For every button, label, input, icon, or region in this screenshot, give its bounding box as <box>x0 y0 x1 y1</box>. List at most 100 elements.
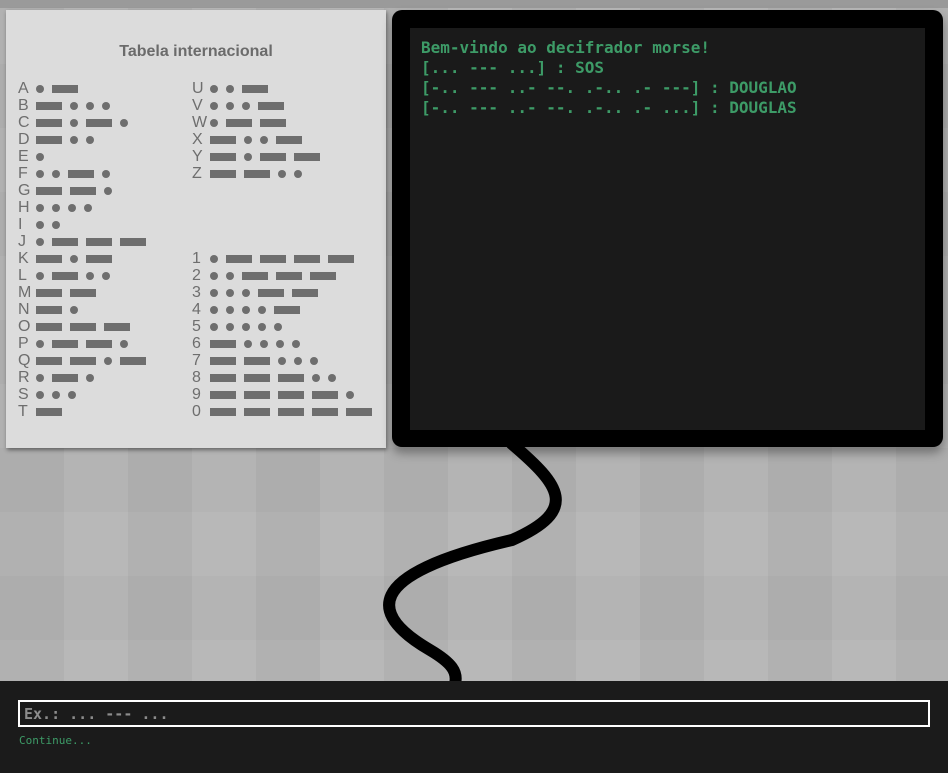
morse-char: 6 <box>192 335 201 352</box>
morse-row-w: W <box>192 114 286 131</box>
morse-dash <box>274 305 300 314</box>
morse-char: J <box>18 233 26 250</box>
morse-dash <box>244 356 270 365</box>
morse-dot <box>36 339 44 348</box>
morse-dash <box>258 288 284 297</box>
top-strip <box>0 0 948 8</box>
morse-row-b: B <box>18 97 110 114</box>
morse-code <box>210 165 302 182</box>
morse-dot <box>70 101 78 110</box>
morse-row-u: U <box>192 80 268 97</box>
morse-dot <box>276 339 284 348</box>
morse-dash <box>242 84 268 93</box>
morse-code <box>210 301 300 318</box>
morse-char: S <box>18 386 29 403</box>
morse-dot <box>36 237 44 246</box>
morse-row-y: Y <box>192 148 320 165</box>
morse-code <box>36 301 78 318</box>
morse-dash <box>120 356 146 365</box>
morse-dash <box>36 305 62 314</box>
morse-dash <box>52 373 78 382</box>
morse-char: 3 <box>192 284 201 301</box>
morse-dash <box>226 254 252 263</box>
morse-row-j: J <box>18 233 146 250</box>
morse-row-0: 0 <box>192 403 372 420</box>
morse-char: N <box>18 301 30 318</box>
morse-dot <box>52 220 60 229</box>
morse-code <box>210 114 286 131</box>
morse-char: H <box>18 199 30 216</box>
card-title: Tabela internacional <box>119 43 273 60</box>
morse-char: T <box>18 403 28 420</box>
morse-char: R <box>18 369 30 386</box>
morse-code <box>36 250 112 267</box>
morse-dash <box>310 271 336 280</box>
morse-dash <box>52 271 78 280</box>
morse-dash <box>210 373 236 382</box>
morse-dot <box>244 135 252 144</box>
morse-char: V <box>192 97 203 114</box>
morse-dot <box>328 373 336 382</box>
morse-dash <box>278 390 304 399</box>
morse-dot <box>36 152 44 161</box>
morse-dot <box>260 135 268 144</box>
morse-code <box>210 335 300 352</box>
morse-char: 2 <box>192 267 201 284</box>
morse-dash <box>36 135 62 144</box>
morse-dot <box>244 152 252 161</box>
morse-code <box>36 216 60 233</box>
morse-code <box>210 352 318 369</box>
morse-row-a: A <box>18 80 78 97</box>
morse-row-x: X <box>192 131 302 148</box>
morse-input[interactable] <box>18 700 930 727</box>
morse-row-2: 2 <box>192 267 336 284</box>
morse-dash <box>244 407 270 416</box>
morse-dash <box>210 407 236 416</box>
morse-dot <box>278 169 286 178</box>
morse-dot <box>104 356 112 365</box>
morse-code <box>36 131 94 148</box>
morse-dot <box>70 135 78 144</box>
morse-dash <box>312 390 338 399</box>
morse-row-3: 3 <box>192 284 318 301</box>
morse-row-z: Z <box>192 165 302 182</box>
morse-row-8: 8 <box>192 369 336 386</box>
morse-dash <box>210 356 236 365</box>
morse-char: G <box>18 182 31 199</box>
morse-dot <box>310 356 318 365</box>
morse-code <box>36 335 128 352</box>
morse-code <box>210 284 318 301</box>
morse-dash <box>86 118 112 127</box>
morse-code <box>36 267 110 284</box>
morse-code <box>36 80 78 97</box>
morse-dot <box>226 288 234 297</box>
morse-dash <box>292 288 318 297</box>
morse-dash <box>68 169 94 178</box>
morse-char: M <box>18 284 32 301</box>
morse-dot <box>86 373 94 382</box>
morse-dot <box>210 288 218 297</box>
morse-dash <box>36 288 62 297</box>
morse-code <box>210 403 372 420</box>
morse-dot <box>120 118 128 127</box>
morse-row-f: F <box>18 165 110 182</box>
morse-dash <box>258 101 284 110</box>
morse-dash <box>260 118 286 127</box>
morse-char: A <box>18 80 29 97</box>
terminal-line-welcome: Bem-vindo ao decifrador morse! <box>421 38 710 57</box>
morse-char: F <box>18 165 28 182</box>
morse-char: 8 <box>192 369 201 386</box>
morse-char: Q <box>18 352 31 369</box>
morse-code <box>210 80 268 97</box>
morse-code <box>36 369 94 386</box>
morse-dot <box>70 305 78 314</box>
morse-dot <box>258 305 266 314</box>
morse-dot <box>242 101 250 110</box>
morse-dot <box>244 339 252 348</box>
morse-code <box>36 114 128 131</box>
morse-dot <box>278 356 286 365</box>
morse-code <box>210 97 284 114</box>
console-bar: Continue... <box>0 681 948 773</box>
morse-char: B <box>18 97 29 114</box>
morse-dot <box>86 135 94 144</box>
